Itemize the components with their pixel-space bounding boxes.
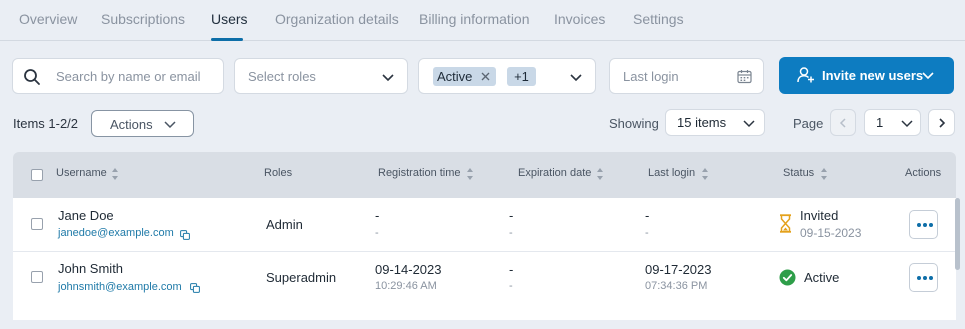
tab-billing-information[interactable]: Billing information — [419, 11, 530, 27]
expiration-date: - — [509, 208, 514, 223]
select-all-checkbox[interactable] — [31, 169, 43, 181]
last-login-time: - — [645, 227, 649, 239]
roles-placeholder: Select roles — [248, 69, 316, 84]
user-name: John Smith — [58, 261, 124, 276]
column-header-roles: Roles — [264, 167, 293, 179]
column-header-status[interactable]: Status — [783, 167, 814, 179]
tab-subscriptions[interactable]: Subscriptions — [101, 11, 185, 27]
sort-icon[interactable] — [466, 167, 474, 181]
more-dot — [929, 276, 933, 280]
invite-button-label: Invite new users — [822, 68, 924, 83]
column-header-expiration-date[interactable]: Expiration date — [518, 167, 591, 179]
page-number-value: 1 — [876, 115, 884, 130]
status-chip-label: Active — [437, 69, 473, 84]
user-email[interactable]: johnsmith@example.com — [58, 281, 182, 293]
last-login-date: - — [645, 208, 650, 223]
chevron-down-icon — [922, 72, 934, 80]
status-label: Active — [804, 270, 840, 285]
more-dot — [923, 276, 927, 280]
page-label: Page — [793, 116, 824, 131]
chevron-right-icon — [939, 118, 946, 128]
items-count: Items 1-2/2 — [13, 116, 79, 131]
more-dot — [923, 223, 927, 227]
row-checkbox[interactable] — [31, 218, 43, 230]
last-login-date: 09-17-2023 — [645, 262, 712, 277]
page-number-select[interactable]: 1 — [864, 109, 921, 136]
close-icon[interactable] — [481, 72, 490, 81]
status-label: Invited — [800, 208, 839, 223]
user-email[interactable]: janedoe@example.com — [58, 227, 174, 239]
expiration-date: - — [509, 262, 514, 277]
tab-overview[interactable]: Overview — [19, 11, 77, 27]
roles-select[interactable]: Select roles — [234, 58, 408, 94]
status-select[interactable]: Active +1 — [418, 58, 596, 94]
user-name: Jane Doe — [58, 208, 114, 223]
search-placeholder: Search by name or email — [56, 69, 201, 84]
last-login-date-input[interactable]: Last login — [609, 58, 764, 94]
tab-invoices[interactable]: Invoices — [554, 11, 605, 27]
column-header-registration-time[interactable]: Registration time — [378, 167, 461, 179]
tab-settings[interactable]: Settings — [633, 11, 684, 27]
last-login-placeholder: Last login — [623, 69, 679, 84]
more-dot — [917, 223, 921, 227]
tab-organization-details[interactable]: Organization details — [275, 11, 399, 27]
user-role: Superadmin — [266, 270, 337, 285]
sort-icon[interactable] — [596, 167, 604, 181]
status-chip-active[interactable]: Active — [433, 67, 496, 86]
last-login-time: 07:34:36 PM — [645, 280, 708, 292]
chevron-down-icon — [382, 74, 394, 82]
table-scrollbar[interactable] — [955, 198, 960, 270]
search-icon — [24, 69, 40, 85]
hourglass-icon — [780, 214, 791, 233]
showing-label: Showing — [609, 116, 659, 131]
row-checkbox[interactable] — [31, 271, 43, 283]
calendar-icon[interactable] — [737, 69, 752, 84]
status-date: 09-15-2023 — [800, 226, 862, 240]
previous-page-button[interactable] — [830, 109, 856, 136]
row-actions-button[interactable] — [909, 263, 938, 292]
page-size-select[interactable]: 15 items — [665, 109, 765, 136]
table-header — [13, 152, 956, 198]
actions-dropdown[interactable]: Actions — [91, 110, 194, 137]
user-role: Admin — [266, 217, 303, 232]
search-input[interactable]: Search by name or email — [12, 58, 224, 94]
chevron-left-icon — [839, 118, 846, 128]
sort-icon[interactable] — [111, 167, 119, 181]
sort-icon[interactable] — [820, 167, 828, 181]
page-size-value: 15 items — [677, 115, 727, 130]
copy-icon[interactable] — [180, 230, 190, 240]
row-actions-button[interactable] — [909, 210, 938, 239]
registration-date: - — [375, 208, 380, 223]
chevron-down-icon — [570, 74, 582, 82]
row-divider — [13, 251, 956, 252]
invite-new-users-button[interactable]: Invite new users — [779, 57, 954, 94]
registration-date: 09-14-2023 — [375, 262, 442, 277]
chevron-down-icon — [901, 120, 913, 128]
sort-icon[interactable] — [701, 167, 709, 181]
active-tab-indicator — [211, 38, 243, 41]
chevron-down-icon — [164, 121, 176, 129]
more-dot — [929, 223, 933, 227]
add-user-icon — [797, 67, 814, 83]
registration-time: - — [375, 227, 379, 239]
chevron-down-icon — [743, 120, 755, 128]
expiration-time: - — [509, 227, 513, 239]
column-header-actions: Actions — [905, 167, 942, 179]
next-page-button[interactable] — [928, 109, 955, 136]
tab-users[interactable]: Users — [211, 11, 248, 27]
check-circle-icon — [779, 269, 796, 286]
actions-dropdown-label: Actions — [110, 117, 153, 132]
copy-icon[interactable] — [190, 283, 200, 293]
more-dot — [917, 276, 921, 280]
column-header-username[interactable]: Username — [56, 167, 107, 179]
expiration-time: - — [509, 280, 513, 292]
column-header-last-login[interactable]: Last login — [648, 167, 695, 179]
registration-time: 10:29:46 AM — [375, 280, 437, 292]
status-chip-more: +1 — [507, 67, 536, 86]
